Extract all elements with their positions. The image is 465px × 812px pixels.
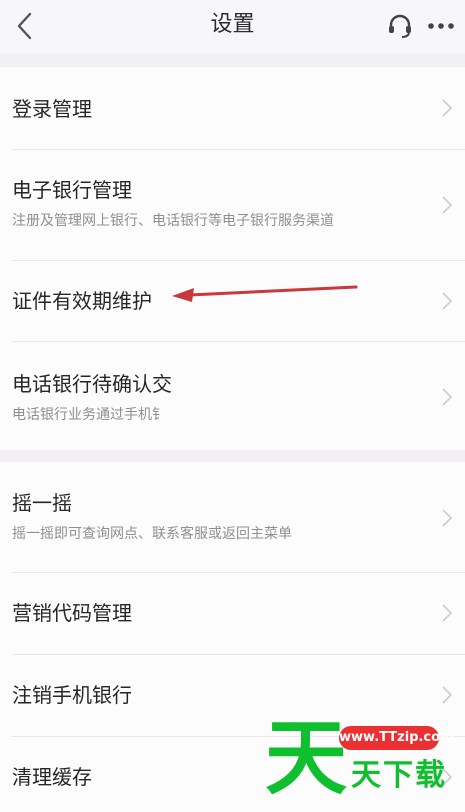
shake-row[interactable]: 摇一摇 摇一摇即可查询网点、联系客服或返回主菜单 xyxy=(0,462,465,572)
row-label: 电子银行管理 xyxy=(12,178,132,202)
login-management-row[interactable]: 登录管理 xyxy=(0,67,465,149)
row-label: 登录管理 xyxy=(12,97,92,121)
settings-screen: 设置 登录管理 电子银行管理 注册及管理网上银行、电话银行等电子银行服务渠道 证… xyxy=(0,0,465,812)
row-description: 电话银行业务通过手机钅 xyxy=(12,407,166,423)
watermark-url: www.TTzip.com xyxy=(339,726,454,750)
more-options-button[interactable] xyxy=(424,11,458,41)
more-dots-icon xyxy=(428,23,454,29)
phone-banking-pending-row[interactable]: 电话银行待确认交 电话银行业务通过手机钅 xyxy=(0,342,465,450)
chevron-right-icon xyxy=(442,388,453,406)
e-banking-management-row[interactable]: 电子银行管理 注册及管理网上银行、电话银行等电子银行服务渠道 xyxy=(0,150,465,260)
settings-group-1: 登录管理 电子银行管理 注册及管理网上银行、电话银行等电子银行服务渠道 证件有效… xyxy=(0,67,465,450)
arrow-head xyxy=(172,288,194,302)
row-label: 清理缓存 xyxy=(12,765,92,789)
chevron-right-icon xyxy=(442,292,453,310)
chevron-right-icon xyxy=(442,686,453,704)
top-nav-bar: 设置 xyxy=(0,0,465,54)
row-label: 证件有效期维护 xyxy=(12,289,152,313)
watermark-text: 天下载 xyxy=(351,758,447,793)
chevron-right-icon xyxy=(442,196,453,214)
arrow-shaft xyxy=(188,285,358,297)
row-description: 注册及管理网上银行、电话银行等电子银行服务渠道 xyxy=(12,213,334,229)
row-description: 摇一摇即可查询网点、联系客服或返回主菜单 xyxy=(12,526,292,542)
row-label: 营销代码管理 xyxy=(12,601,132,625)
chevron-right-icon xyxy=(442,509,453,527)
customer-service-button[interactable] xyxy=(384,11,416,41)
chevron-right-icon xyxy=(442,99,453,117)
chevron-right-icon xyxy=(442,604,453,622)
watermark-logo-char: 天 xyxy=(265,711,348,806)
row-label: 电话银行待确认交 xyxy=(12,372,172,396)
headset-icon xyxy=(389,14,411,38)
marketing-code-management-row[interactable]: 营销代码管理 xyxy=(0,573,465,654)
red-arrow-annotation xyxy=(172,285,358,302)
row-label: 摇一摇 xyxy=(12,491,72,515)
site-watermark: 天 www.TTzip.com 天下载 xyxy=(265,712,465,812)
row-label: 注销手机银行 xyxy=(12,683,132,707)
